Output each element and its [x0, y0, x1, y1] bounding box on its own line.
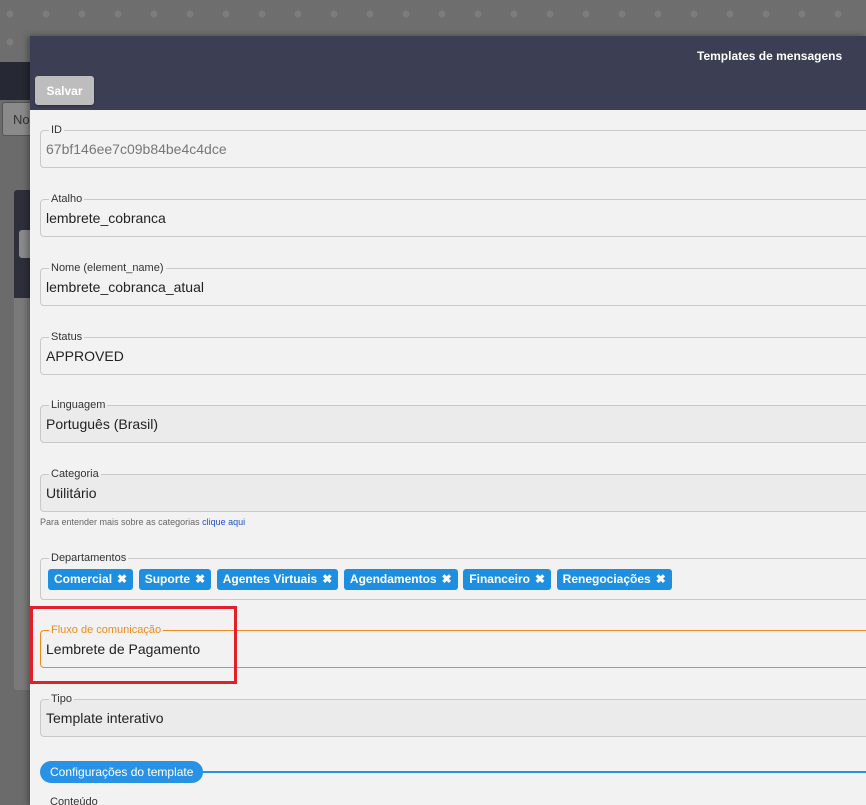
- linguagem-label: Linguagem: [49, 398, 108, 412]
- section-divider: [190, 771, 866, 773]
- chip-renegociacoes: Renegociações ✖: [556, 569, 672, 590]
- templates-modal: Templates de mensagens Salvar ID 67bf146…: [30, 36, 866, 805]
- nome-field[interactable]: Nome (element_name) lembrete_cobranca_at…: [40, 261, 866, 306]
- status-label: Status: [49, 330, 85, 344]
- chip-financeiro: Financeiro ✖: [463, 569, 552, 590]
- chip-comercial: Comercial ✖: [48, 569, 134, 590]
- department-chips: Comercial ✖ Suporte ✖ Agentes Virtuais ✖ Ag…: [48, 569, 674, 590]
- close-icon[interactable]: ✖: [535, 569, 545, 590]
- chip-label: Comercial: [54, 572, 113, 586]
- close-icon[interactable]: ✖: [656, 569, 666, 590]
- save-button[interactable]: Salvar: [35, 76, 94, 105]
- modal-header: Templates de mensagens Salvar: [30, 36, 866, 110]
- chip-label: Agentes Virtuais: [222, 572, 318, 586]
- close-icon[interactable]: ✖: [322, 569, 332, 590]
- close-icon[interactable]: ✖: [117, 569, 127, 590]
- categoria-hint-text: Para entender mais sobre as categorias: [40, 517, 203, 527]
- linguagem-value[interactable]: Português (Brasil): [46, 416, 158, 432]
- linguagem-select[interactable]: Linguagem Português (Brasil): [40, 398, 866, 443]
- departamentos-field[interactable]: Departamentos Comercial ✖ Suporte ✖ Agente…: [40, 551, 866, 600]
- status-value[interactable]: APPROVED: [46, 348, 124, 364]
- tipo-select[interactable]: Tipo Template interativo: [40, 692, 866, 737]
- chip-label: Agendamentos: [349, 572, 437, 586]
- atalho-label: Atalho: [49, 192, 85, 206]
- categoria-label: Categoria: [49, 467, 101, 481]
- nome-label: Nome (element_name): [49, 261, 166, 275]
- id-field: ID 67bf146ee7c09b84be4c4dce: [40, 123, 866, 168]
- conteudo-label: Conteúdo: [50, 796, 98, 805]
- categoria-hint: Para entender mais sobre as categorias c…: [40, 517, 245, 527]
- highlight-annotation: [30, 606, 237, 684]
- atalho-field[interactable]: Atalho lembrete_cobranca: [40, 192, 866, 237]
- id-label: ID: [49, 123, 64, 137]
- chip-label: Renegociações: [562, 572, 651, 586]
- close-icon[interactable]: ✖: [195, 569, 205, 590]
- tipo-label: Tipo: [49, 692, 74, 706]
- chip-label: Suporte: [144, 572, 191, 586]
- id-value: 67bf146ee7c09b84be4c4dce: [46, 141, 227, 157]
- section-header: Configurações do template: [40, 761, 204, 783]
- tipo-value[interactable]: Template interativo: [46, 710, 164, 726]
- categoria-value[interactable]: Utilitário: [46, 485, 97, 501]
- modal-title: Templates de mensagens: [697, 49, 843, 63]
- categoria-select[interactable]: Categoria Utilitário: [40, 467, 866, 512]
- status-field[interactable]: Status APPROVED: [40, 330, 866, 375]
- chip-agentes-virtuais: Agentes Virtuais ✖: [216, 569, 339, 590]
- chip-suporte: Suporte ✖: [138, 569, 212, 590]
- atalho-value[interactable]: lembrete_cobranca: [46, 210, 166, 226]
- close-icon[interactable]: ✖: [442, 569, 452, 590]
- chip-label: Financeiro: [469, 572, 530, 586]
- nome-value[interactable]: lembrete_cobranca_atual: [46, 279, 204, 295]
- categoria-hint-link[interactable]: clique aqui: [202, 517, 245, 527]
- chip-agendamentos: Agendamentos ✖: [343, 569, 458, 590]
- departamentos-label: Departamentos: [49, 551, 129, 565]
